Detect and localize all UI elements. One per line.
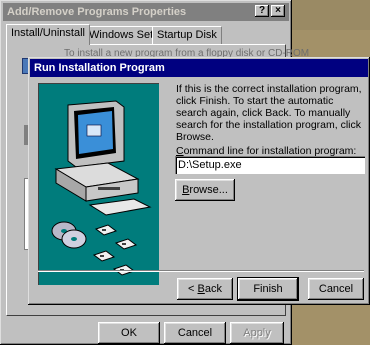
wizard-illustration — [38, 83, 159, 285]
command-line-input[interactable]: D:\Setup.exe — [175, 156, 365, 174]
wizard-separator — [38, 270, 364, 272]
outer-title-text: Add/Remove Programs Properties — [7, 6, 187, 18]
finish-button[interactable]: Finish — [237, 277, 299, 301]
help-icon[interactable]: ? — [255, 5, 269, 17]
back-rest: ack — [204, 283, 222, 295]
browse-rest: rowse... — [189, 184, 228, 196]
outer-cancel-button[interactable]: Cancel — [164, 322, 226, 344]
wizard-title-text: Run Installation Program — [34, 62, 165, 74]
ok-button[interactable]: OK — [98, 322, 160, 344]
back-button[interactable]: < Back — [177, 278, 233, 300]
close-icon[interactable]: × — [271, 5, 285, 17]
wizard-cancel-button[interactable]: Cancel — [308, 278, 364, 300]
desktop-strip — [288, 0, 370, 30]
wizard-title-bar[interactable]: Run Installation Program — [30, 59, 368, 77]
wizard-instructions: If this is the correct installation prog… — [176, 83, 362, 143]
back-prefix: < — [188, 283, 198, 295]
browse-button[interactable]: Browse... — [175, 179, 235, 201]
back-mnemonic: B — [197, 283, 205, 295]
computer-disks-illustration — [51, 100, 152, 276]
run-installation-wizard: Run Installation Program If this is the … — [28, 57, 370, 305]
tab-install-uninstall[interactable]: Install/Uninstall — [6, 24, 90, 45]
outer-title-bar[interactable]: Add/Remove Programs Properties ? × — [3, 3, 289, 21]
apply-button[interactable]: Apply — [230, 322, 284, 344]
tab-startup-disk[interactable]: Startup Disk — [152, 26, 222, 44]
